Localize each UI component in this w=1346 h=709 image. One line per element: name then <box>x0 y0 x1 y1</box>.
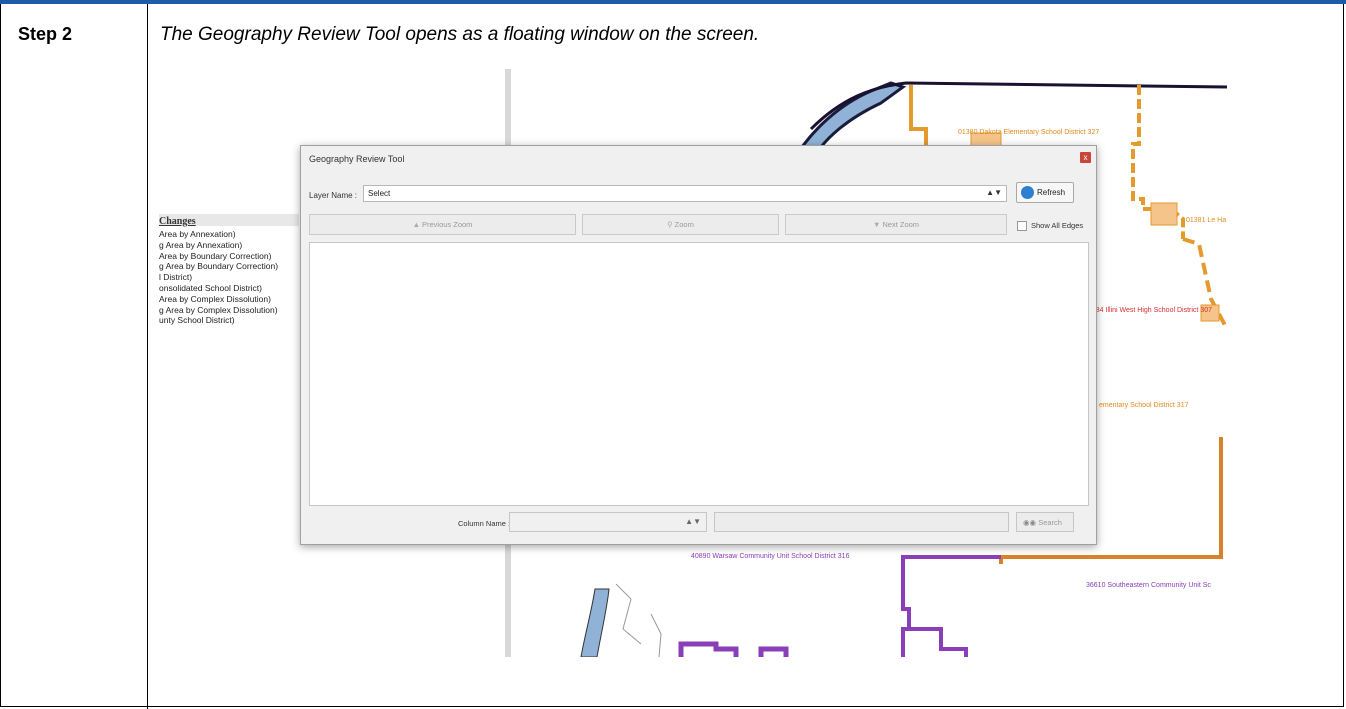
legend-list: Area by Annexation) g Area by Annexation… <box>159 229 278 326</box>
district-boundary-purple <box>758 646 789 657</box>
table-column-divider <box>147 4 148 709</box>
legend-item[interactable]: onsolidated School District) <box>159 283 278 294</box>
layer-name-select[interactable]: Select ▲▼ <box>363 185 1007 202</box>
results-panel[interactable] <box>309 242 1089 506</box>
legend-item[interactable]: g Area by Complex Dissolution) <box>159 305 278 316</box>
river-shape <box>580 588 610 657</box>
legend-item[interactable]: Area by Complex Dissolution) <box>159 294 278 305</box>
show-all-edges-checkbox[interactable]: Show All Edges <box>1017 221 1084 232</box>
legend-item[interactable]: g Area by Boundary Correction) <box>159 261 278 272</box>
refresh-label: Refresh <box>1037 188 1066 197</box>
step-label: Step 2 <box>18 24 73 44</box>
next-zoom-label: Next Zoom <box>882 220 920 229</box>
magnifier-icon: ⚲ <box>667 220 673 229</box>
map-district-label: 01381 Le Ha <box>1186 217 1227 224</box>
road-line <box>615 583 642 645</box>
layer-name-label: Layer Name : <box>309 191 358 200</box>
legend-item[interactable]: Area by Annexation) <box>159 229 278 240</box>
map-district-label: 1384 Illini West High School District 30… <box>1088 307 1212 314</box>
district-boundary-purple <box>678 641 739 657</box>
map-district-label: ementary School District 317 <box>1099 402 1189 409</box>
refresh-icon <box>1021 186 1034 199</box>
legend-title: Changes <box>159 216 196 227</box>
legend-item[interactable]: g Area by Annexation) <box>159 240 278 251</box>
checkbox-box[interactable] <box>1017 221 1027 232</box>
search-button[interactable]: ◉◉ Search <box>1016 512 1074 532</box>
next-zoom-button[interactable]: ▼ Next Zoom <box>785 214 1007 235</box>
dialog-title: Geography Review Tool <box>309 154 405 164</box>
close-button[interactable]: x <box>1080 152 1091 163</box>
column-name-select[interactable]: ▲▼ <box>509 512 707 532</box>
zoom-label: Zoom <box>674 220 694 229</box>
map-district-label: 36610 Southeastern Community Unit Sc <box>1086 582 1211 589</box>
updown-arrow-icon: ▲▼ <box>986 188 1002 197</box>
zoom-button[interactable]: ⚲ Zoom <box>582 214 779 235</box>
triangle-down-icon: ▼ <box>872 220 881 229</box>
map-district-label: 01380 Dakota Elementary School District … <box>958 129 1100 136</box>
map-district-label: 40890 Warsaw Community Unit School Distr… <box>691 553 850 560</box>
legend-item[interactable]: unty School District) <box>159 315 278 326</box>
previous-zoom-button[interactable]: ▲ Previous Zoom <box>309 214 576 235</box>
layer-select-value: Select <box>368 189 391 198</box>
updown-arrow-icon: ▲▼ <box>685 517 701 526</box>
search-label: Search <box>1038 518 1062 527</box>
triangle-up-icon: ▲ <box>412 220 420 229</box>
show-all-edges-label: Show All Edges <box>1031 221 1084 230</box>
legend-item[interactable]: l District) <box>159 272 278 283</box>
binoculars-icon: ◉◉ <box>1023 518 1037 527</box>
district-boundary-purple <box>901 555 1001 657</box>
previous-zoom-label: Previous Zoom <box>422 220 473 229</box>
step-instruction: The Geography Review Tool opens as a flo… <box>160 24 760 45</box>
district-boundary-purple <box>909 627 968 657</box>
refresh-button[interactable]: Refresh <box>1016 182 1074 203</box>
geography-review-tool-dialog[interactable]: Geography Review Tool x Layer Name : Sel… <box>300 145 1097 545</box>
column-name-label: Column Name : <box>458 519 511 528</box>
search-input[interactable] <box>714 512 1009 532</box>
district-highlight <box>1150 202 1178 226</box>
legend-item[interactable]: Area by Boundary Correction) <box>159 251 278 262</box>
road-line <box>650 613 662 657</box>
